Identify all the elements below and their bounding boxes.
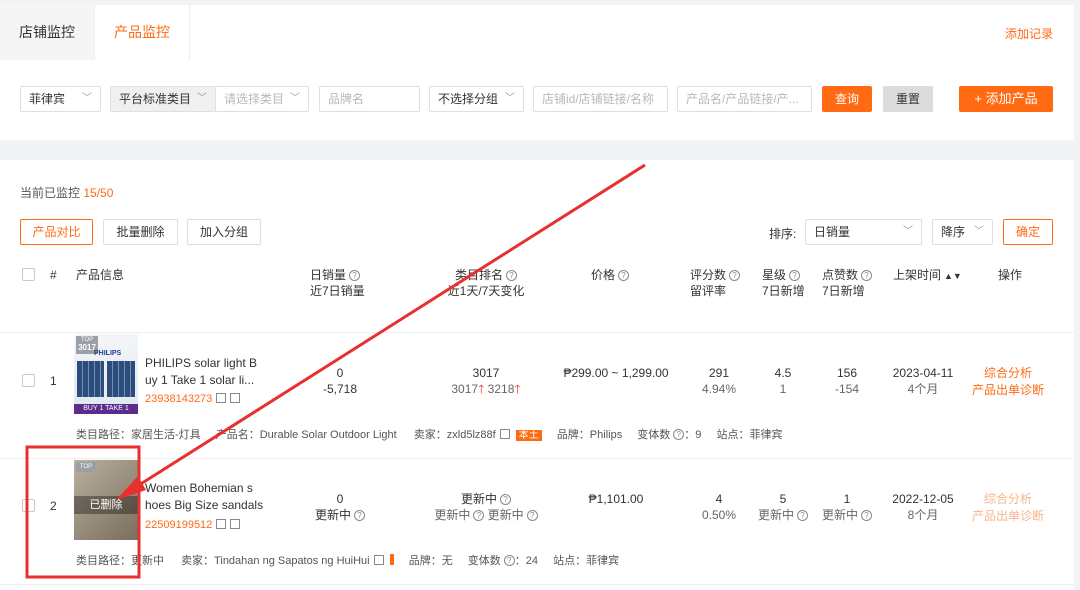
- annotation-arrow-line: [127, 163, 646, 494]
- annotation-box: [25, 445, 141, 579]
- annotation-arrow-head: [116, 476, 146, 500]
- annotation-overlay: [25, 163, 646, 579]
